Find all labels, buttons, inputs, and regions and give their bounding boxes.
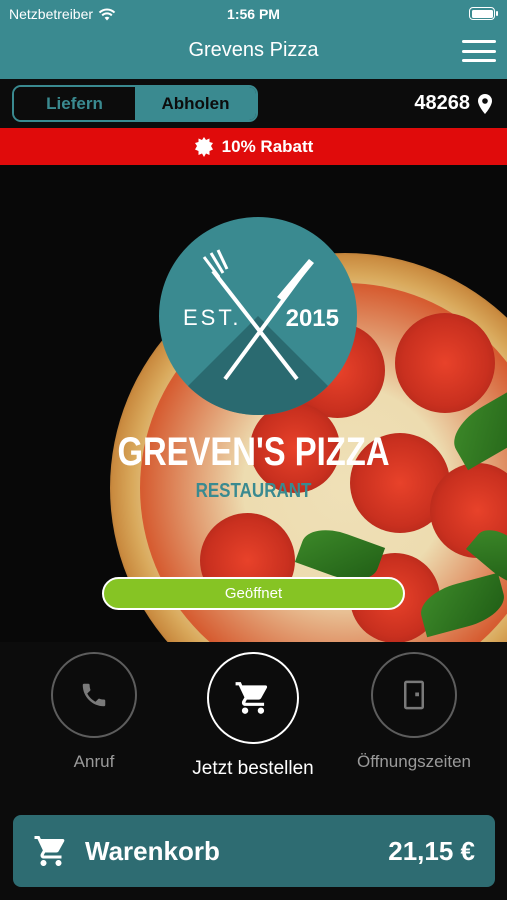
toggle-liefern[interactable]: Liefern xyxy=(14,87,135,120)
hamburger-menu-icon[interactable] xyxy=(462,38,496,64)
call-action[interactable]: Anruf xyxy=(14,652,174,772)
cart-icon xyxy=(34,836,65,866)
opening-hours-action[interactable]: Öffnungszeiten xyxy=(334,652,494,772)
opening-hours-label: Öffnungszeiten xyxy=(356,752,472,771)
badge-icon xyxy=(194,136,213,157)
location-pin-icon xyxy=(478,93,492,114)
door-icon xyxy=(404,680,424,710)
order-now-button[interactable] xyxy=(207,652,299,744)
hero-banner: EST. 2015 GREVEN'S PIZZA RESTAURANT Geöf… xyxy=(0,165,507,642)
battery-icon xyxy=(469,7,498,20)
order-mode-toggle: Liefern Abholen xyxy=(12,85,258,122)
cart-label: Warenkorb xyxy=(85,835,220,866)
phone-icon xyxy=(82,683,106,707)
call-button[interactable] xyxy=(51,652,137,738)
call-label: Anruf xyxy=(73,752,115,771)
status-bar: Netzbetreiber 1:56 PM xyxy=(0,0,507,28)
logo-year: 2015 xyxy=(285,305,339,332)
location-selector[interactable]: 48268 xyxy=(414,92,492,115)
app-header: Netzbetreiber 1:56 PM Grevens Pizza xyxy=(0,0,507,79)
open-status-badge[interactable]: Geöffnet xyxy=(102,577,405,610)
zip-code: 48268 xyxy=(414,92,470,114)
discount-banner[interactable]: 10% Rabatt xyxy=(0,128,507,165)
cart-icon xyxy=(235,682,268,714)
status-time: 1:56 PM xyxy=(227,6,280,22)
discount-text: 10% Rabatt xyxy=(221,136,314,156)
toggle-abholen[interactable]: Abholen xyxy=(135,87,256,120)
order-now-label: Jetzt bestellen xyxy=(192,758,314,779)
cart-button[interactable]: Warenkorb 21,15 € xyxy=(13,815,495,887)
opening-hours-button[interactable] xyxy=(371,652,457,738)
brand-subtitle: RESTAURANT xyxy=(195,480,312,502)
brand-name: GREVEN'S PIZZA xyxy=(117,430,390,474)
page-title: Grevens Pizza xyxy=(188,39,319,61)
action-bar: Anruf Jetzt bestellen Öffnungszeiten xyxy=(0,642,507,812)
cart-total: 21,15 € xyxy=(388,835,475,866)
logo-est: EST. xyxy=(183,305,242,330)
order-mode-bar: Liefern Abholen 48268 xyxy=(0,79,507,128)
restaurant-logo: EST. 2015 xyxy=(159,217,357,415)
order-now-action[interactable]: Jetzt bestellen xyxy=(173,652,333,780)
